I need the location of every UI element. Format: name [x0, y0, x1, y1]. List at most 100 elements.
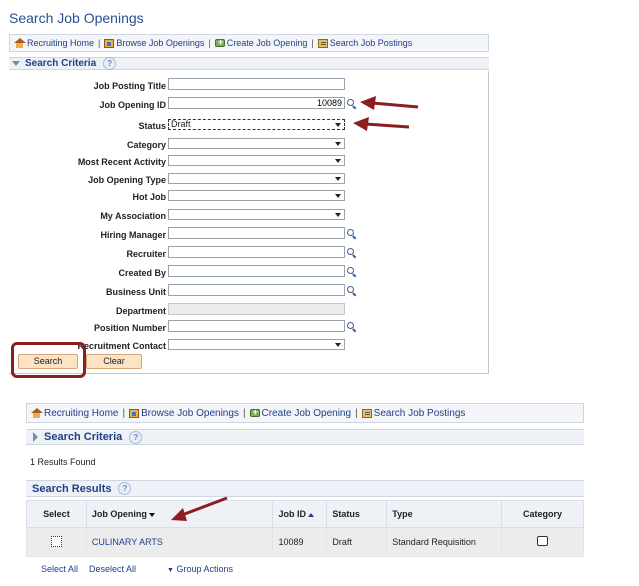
- recruiter-input[interactable]: [168, 246, 345, 258]
- job-opening-type-select[interactable]: [168, 173, 345, 184]
- toolbar-separator: |: [311, 38, 314, 48]
- status-label: Status: [138, 121, 166, 131]
- most-recent-activity-label: Most Recent Activity: [77, 157, 166, 167]
- browse-icon: [129, 408, 140, 418]
- recruiter-label: Recruiter: [126, 249, 166, 259]
- help-icon[interactable]: ?: [118, 482, 132, 495]
- job-opening-link[interactable]: CULINARY ARTS: [92, 537, 163, 547]
- chevron-down-icon: [335, 123, 341, 127]
- results-criteria-header[interactable]: Search Criteria ?: [26, 429, 584, 445]
- postings-icon: [317, 38, 328, 48]
- most-recent-activity-select[interactable]: [168, 155, 345, 166]
- chevron-down-icon: [335, 142, 341, 146]
- job-posting-title-label: Job Posting Title: [93, 81, 166, 91]
- search-results-title: Search Results: [32, 482, 112, 495]
- job-opening-header-label: Job Opening: [91, 509, 147, 519]
- browse-job-openings-link[interactable]: Browse Job Openings: [129, 408, 239, 419]
- job-posting-title-input[interactable]: [168, 78, 345, 90]
- select-cell: [26, 527, 87, 557]
- help-icon[interactable]: ?: [103, 57, 117, 70]
- clear-button[interactable]: Clear: [86, 354, 142, 369]
- row-select-checkbox[interactable]: [50, 535, 62, 547]
- browse-job-openings-label: Browse Job Openings: [116, 38, 205, 48]
- lookup-icon[interactable]: [346, 285, 357, 296]
- results-criteria-title: Search Criteria: [44, 431, 123, 443]
- job-id-cell: 10089: [272, 527, 328, 557]
- create-icon: [249, 407, 260, 417]
- lookup-icon[interactable]: [346, 266, 357, 277]
- search-job-postings-label: Search Job Postings: [373, 407, 466, 419]
- hiring-manager-input[interactable]: [168, 227, 345, 239]
- annotation-arrow: [364, 122, 410, 129]
- chevron-down-icon: [335, 159, 341, 163]
- create-job-opening-link[interactable]: Create Job Opening: [249, 407, 351, 419]
- group-actions-menu[interactable]: ▼ Group Actions: [167, 564, 233, 574]
- my-association-label: My Association: [100, 211, 166, 221]
- postings-icon: [361, 408, 372, 418]
- job-opening-id-input[interactable]: [168, 97, 345, 109]
- created-by-input[interactable]: [168, 265, 345, 277]
- browse-job-openings-label: Browse Job Openings: [141, 407, 239, 419]
- toolbar-separator: |: [242, 407, 246, 419]
- column-header-type[interactable]: Type: [386, 500, 503, 528]
- deselect-all-link[interactable]: Deselect All: [89, 564, 136, 574]
- recruiting-home-link[interactable]: Recruiting Home: [14, 38, 94, 48]
- toolbar-separator: |: [122, 407, 126, 419]
- status-select[interactable]: Draft: [168, 119, 345, 130]
- recruiting-home-label: Recruiting Home: [44, 407, 119, 419]
- hiring-manager-label: Hiring Manager: [100, 230, 166, 240]
- collapse-triangle-icon[interactable]: [12, 61, 20, 66]
- hot-job-select[interactable]: [168, 190, 345, 201]
- lookup-icon[interactable]: [346, 247, 357, 258]
- column-header-status[interactable]: Status: [326, 500, 388, 528]
- type-cell: Standard Requisition: [386, 527, 503, 557]
- column-header-job-opening[interactable]: Job Opening: [85, 500, 274, 528]
- business-unit-input[interactable]: [168, 284, 345, 296]
- search-job-postings-link[interactable]: Search Job Postings: [361, 407, 466, 419]
- chevron-down-icon: [335, 213, 341, 217]
- browse-job-openings-link[interactable]: Browse Job Openings: [104, 38, 204, 48]
- recruiting-home-label: Recruiting Home: [27, 38, 95, 48]
- category-select[interactable]: [168, 138, 345, 149]
- job-opening-cell: CULINARY ARTS: [85, 527, 274, 557]
- search-job-postings-link[interactable]: Search Job Postings: [317, 38, 412, 48]
- category-label: Category: [126, 140, 166, 150]
- recruiting-home-link[interactable]: Recruiting Home: [31, 408, 118, 419]
- column-header-job-id[interactable]: Job ID: [272, 500, 328, 528]
- results-grid: Select Job Opening Job ID Status Type Ca…: [26, 500, 584, 557]
- top-toolbar: Recruiting Home | Browse Job Openings | …: [9, 34, 489, 52]
- department-input: [168, 303, 345, 315]
- toolbar-separator: |: [355, 407, 358, 419]
- lookup-icon[interactable]: [346, 98, 357, 109]
- chevron-down-icon: [335, 177, 341, 181]
- chevron-down-icon: [335, 194, 341, 198]
- table-row: CULINARY ARTS 10089 Draft Standard Requi…: [26, 527, 584, 557]
- position-number-label: Position Number: [93, 323, 166, 333]
- created-by-label: Created By: [118, 268, 166, 278]
- home-icon: [14, 38, 26, 48]
- category-icon[interactable]: [537, 536, 549, 546]
- search-criteria-header[interactable]: Search Criteria ?: [9, 57, 489, 70]
- select-all-link[interactable]: Select All: [41, 564, 78, 574]
- lookup-icon[interactable]: [346, 321, 357, 332]
- expand-triangle-icon[interactable]: [33, 432, 38, 442]
- sort-asc-icon: [307, 512, 314, 517]
- create-job-opening-label: Create Job Opening: [226, 38, 308, 48]
- home-icon: [31, 408, 43, 418]
- column-header-select: Select: [26, 500, 87, 528]
- job-opening-type-label: Job Opening Type: [88, 175, 166, 185]
- department-label: Department: [115, 306, 166, 316]
- recruitment-contact-select[interactable]: [168, 339, 345, 350]
- column-header-category[interactable]: Category: [501, 500, 584, 528]
- position-number-input[interactable]: [168, 320, 345, 332]
- my-association-select[interactable]: [168, 209, 345, 220]
- job-id-header-label: Job ID: [278, 509, 306, 519]
- create-job-opening-link[interactable]: Create Job Opening: [214, 37, 308, 48]
- annotation-arrow: [353, 117, 369, 131]
- toolbar-separator: |: [98, 38, 101, 48]
- results-count: 1 Results Found: [30, 457, 96, 467]
- job-opening-id-label: Job Opening ID: [99, 100, 167, 110]
- lookup-icon[interactable]: [346, 228, 357, 239]
- help-icon[interactable]: ?: [129, 430, 143, 444]
- search-button-highlight: [11, 342, 86, 378]
